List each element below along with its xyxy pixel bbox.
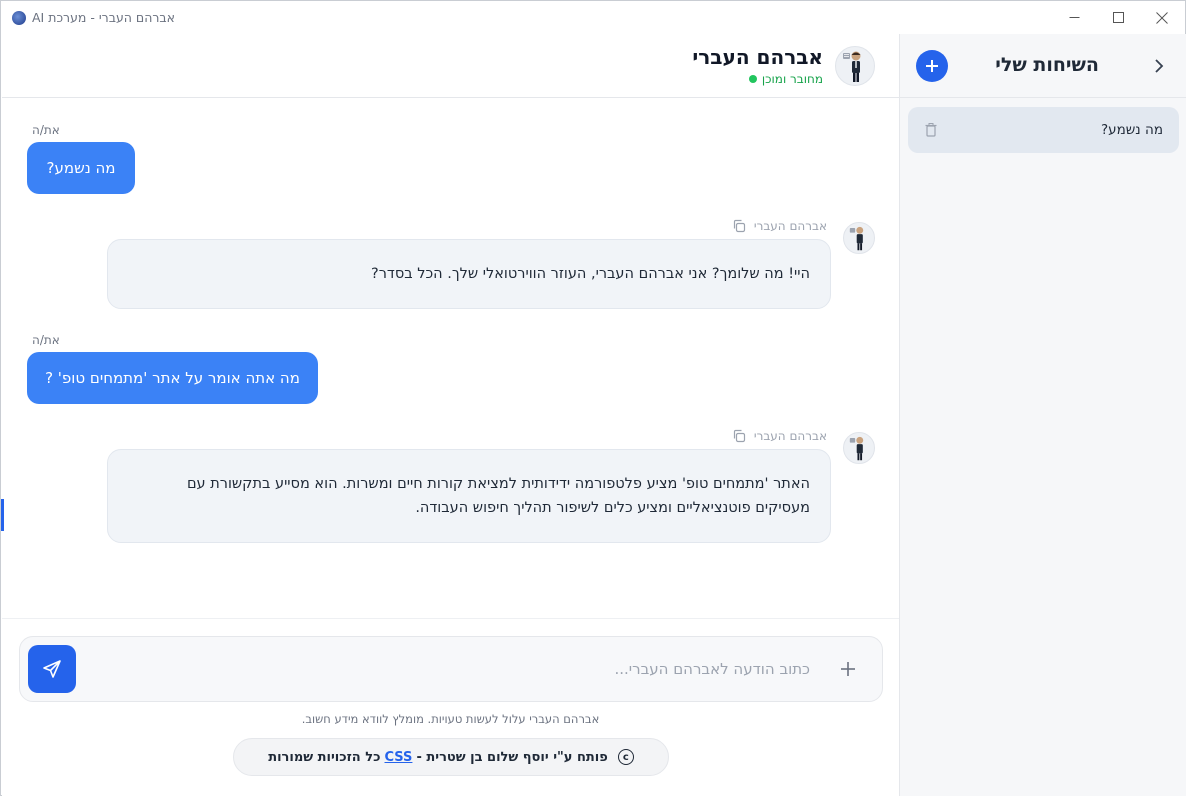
message-sender: את/ה xyxy=(32,123,60,137)
plus-icon xyxy=(926,60,938,72)
bot-name: אברהם העברי xyxy=(692,45,823,69)
bot-status-text: מחובר ומוכן xyxy=(761,72,823,86)
bot-status: מחובר ומוכן xyxy=(748,72,823,86)
copy-icon[interactable] xyxy=(732,219,746,233)
message-composer xyxy=(19,636,883,702)
user-message-bubble: מה אתה אומר על אתר 'מתמחים טופ' ? xyxy=(27,352,318,404)
credit-badge: c פותח ע"י יוסף שלום בן שטרית - CSS כל ה… xyxy=(233,738,669,776)
copy-icon[interactable] xyxy=(732,429,746,443)
bot-message-bubble: היי! מה שלומך? אני אברהם העברי, העוזר הו… xyxy=(107,239,831,309)
disclaimer-text: אברהם העברי עלול לעשות טעויות. מומלץ לוו… xyxy=(301,712,600,726)
collapse-sidebar-button[interactable] xyxy=(1149,56,1169,76)
window-title: אברהם העברי - מערכת AI xyxy=(32,10,176,25)
message-sender: את/ה xyxy=(32,333,60,347)
attach-button[interactable] xyxy=(838,659,858,679)
chat-item-label: מה נשמע? xyxy=(1100,122,1163,138)
new-chat-button[interactable] xyxy=(916,50,948,82)
send-icon xyxy=(43,660,61,678)
trash-icon[interactable] xyxy=(924,122,938,138)
chat-list-item[interactable]: מה נשמע? xyxy=(908,107,1179,153)
online-dot-icon xyxy=(748,75,757,83)
bot-message-avatar xyxy=(843,222,875,254)
plus-icon xyxy=(841,662,855,676)
avatar-figure-icon xyxy=(849,226,864,251)
bot-message-bubble: האתר 'מתמחים טופ' מציע פלטפורמה ידידותית… xyxy=(107,449,831,543)
bot-sender-name: אברהם העברי xyxy=(753,219,827,233)
sidebar-header: השיחות שלי xyxy=(900,34,1186,98)
bot-message-sender: אברהם העברי xyxy=(732,219,827,233)
credit-suffix: כל הזכויות שמורות xyxy=(268,749,381,765)
chevron-right-icon xyxy=(1155,59,1164,73)
chat-panel: אברהם העברי מחובר ומוכן את/ה מה נשמע? אב… xyxy=(2,34,899,796)
user-message-bubble: מה נשמע? xyxy=(27,142,135,194)
bot-sender-name: אברהם העברי xyxy=(753,429,827,443)
credit-prefix: פותח ע"י יוסף שלום בן שטרית - xyxy=(416,749,608,765)
bot-message-sender: אברהם העברי xyxy=(732,429,827,443)
maximize-icon xyxy=(1112,12,1124,23)
close-icon xyxy=(1156,11,1168,24)
minimize-icon xyxy=(1069,17,1079,18)
chat-sidebar: השיחות שלי מה נשמע? xyxy=(899,34,1186,796)
close-button[interactable] xyxy=(1139,1,1185,34)
app-window: אברהם העברי - מערכת AI אברהם העברי מחובר… xyxy=(0,0,1186,796)
bot-avatar xyxy=(835,46,875,86)
chat-header: אברהם העברי מחובר ומוכן xyxy=(2,34,899,98)
left-edge-indicator xyxy=(1,499,4,531)
sidebar-title: השיחות שלי xyxy=(995,54,1099,76)
credit-link[interactable]: CSS xyxy=(385,750,413,765)
avatar-figure-icon xyxy=(849,436,864,461)
send-button[interactable] xyxy=(28,645,76,693)
title-bar: אברהם העברי - מערכת AI xyxy=(1,1,1185,34)
avatar-figure-icon xyxy=(843,51,861,82)
message-list: את/ה מה נשמע? אברהם העברי היי! מה שלומך?… xyxy=(2,99,899,619)
message-input[interactable] xyxy=(90,653,810,685)
maximize-button[interactable] xyxy=(1095,1,1141,34)
app-logo-icon xyxy=(12,11,26,25)
minimize-button[interactable] xyxy=(1051,1,1097,34)
copyright-icon: c xyxy=(617,749,634,765)
composer-area: אברהם העברי עלול לעשות טעויות. מומלץ לוו… xyxy=(2,618,899,796)
bot-message-avatar xyxy=(843,432,875,464)
